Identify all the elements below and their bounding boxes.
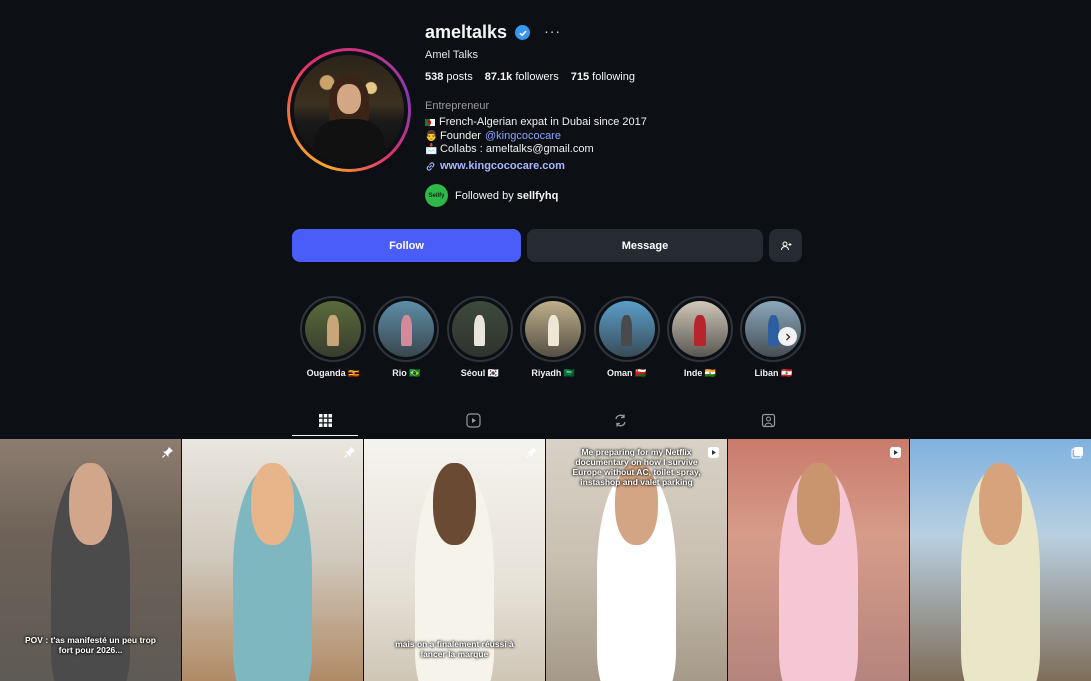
- post-tile[interactable]: mais on a finalement réussi à lancer la …: [364, 439, 545, 681]
- repost-icon: [614, 414, 626, 427]
- post-caption: mais on a finalement réussi à lancer la …: [395, 639, 514, 659]
- highlight-label: Séoul 🇰🇷: [460, 368, 499, 378]
- highlight-cover: [300, 296, 366, 362]
- bio-line: French-Algerian expat in Dubai since 201…: [425, 116, 647, 130]
- full-name: Amel Talks: [425, 49, 478, 61]
- profile-avatar[interactable]: [287, 48, 411, 172]
- follower-avatar: Sellfy: [425, 184, 448, 207]
- message-button[interactable]: Message: [527, 229, 763, 262]
- bio-line: 👨 Founder @kingcococare: [425, 129, 561, 144]
- post-caption: Me preparing for my Netflix documentary …: [572, 447, 701, 487]
- stat-followers[interactable]: 87.1k followers: [485, 71, 559, 83]
- carousel-icon: [1071, 446, 1084, 459]
- verified-badge-icon: [515, 25, 531, 40]
- highlight-item[interactable]: Inde 🇮🇳: [667, 296, 733, 379]
- tab-posts[interactable]: [292, 405, 358, 436]
- highlight-label: Rio 🇧🇷: [392, 368, 421, 378]
- follow-button[interactable]: Follow: [292, 229, 521, 262]
- profile-tabs: [292, 405, 802, 436]
- story-highlights: Ouganda 🇺🇬 Rio 🇧🇷 Séoul 🇰🇷 Riyadh 🇸🇦 Oman 🇴🇲…: [300, 296, 807, 386]
- stat-following[interactable]: 715 following: [571, 71, 635, 83]
- highlight-item[interactable]: Riyadh 🇸🇦: [520, 296, 587, 379]
- highlight-item[interactable]: Ouganda 🇺🇬: [300, 296, 366, 379]
- username: ameltalks: [425, 22, 508, 42]
- highlight-label: Inde 🇮🇳: [683, 368, 717, 378]
- stat-posts: 538 posts: [425, 71, 473, 83]
- website-link[interactable]: www.kingcococare.com: [425, 160, 565, 172]
- profile-stats: 538 posts 87.1k followers 715 following: [425, 71, 635, 83]
- more-options-icon[interactable]: ···: [544, 23, 561, 39]
- highlight-cover: [446, 296, 513, 362]
- post-caption: POV : t'as manifesté un peu trop fort po…: [25, 635, 156, 655]
- highlight-item[interactable]: Rio 🇧🇷: [373, 296, 440, 379]
- tagged-icon: [761, 413, 775, 428]
- profile-bio: French-Algerian expat in Dubai since 201…: [425, 116, 647, 157]
- post-tile[interactable]: [910, 439, 1091, 681]
- suggest-people-button[interactable]: [769, 229, 802, 262]
- link-icon: [426, 161, 435, 171]
- mention-link[interactable]: @kingcococare: [485, 130, 561, 144]
- flag-icon: [425, 119, 435, 127]
- highlight-item[interactable]: Séoul 🇰🇷: [446, 296, 513, 379]
- followed-by[interactable]: Sellfy Followed by sellfyhq: [425, 184, 558, 207]
- reels-icon: [465, 413, 481, 428]
- reel-icon: [889, 446, 902, 459]
- tab-reposts[interactable]: [587, 405, 653, 436]
- highlight-label: Ouganda 🇺🇬: [306, 368, 360, 378]
- tab-reels[interactable]: [440, 405, 506, 436]
- highlight-cover: [593, 296, 660, 362]
- pin-icon: [161, 446, 174, 459]
- profile-category: Entrepreneur: [425, 100, 490, 112]
- post-tile[interactable]: [182, 439, 363, 681]
- profile-photo: [294, 55, 404, 165]
- highlights-next-button[interactable]: [778, 327, 797, 346]
- tab-tagged[interactable]: [735, 405, 801, 436]
- bio-line: 📩 Collabs : ameltalks@gmail.com: [425, 143, 594, 156]
- highlight-label: Liban 🇱🇧: [754, 368, 793, 378]
- highlight-label: Oman 🇴🇲: [606, 368, 647, 378]
- highlight-cover: [520, 296, 587, 362]
- highlight-cover: [373, 296, 440, 362]
- highlight-cover: [740, 296, 807, 362]
- founder-emoji-icon: 👨: [425, 130, 438, 142]
- username-row: ameltalks ···: [425, 22, 561, 43]
- pin-icon: [343, 446, 356, 459]
- highlight-cover: [667, 296, 733, 362]
- highlight-item[interactable]: Oman 🇴🇲: [593, 296, 660, 379]
- post-tile[interactable]: [728, 439, 909, 681]
- pin-icon: [525, 446, 538, 459]
- add-user-icon: [780, 241, 791, 250]
- chevron-right-icon: [785, 333, 790, 340]
- mail-emoji-icon: 📩: [425, 144, 438, 156]
- post-tile[interactable]: Me preparing for my Netflix documentary …: [546, 439, 727, 681]
- post-tile[interactable]: POV : t'as manifesté un peu trop fort po…: [0, 439, 181, 681]
- posts-grid: POV : t'as manifesté un peu trop fort po…: [0, 439, 1091, 681]
- grid-icon: [318, 413, 332, 427]
- highlight-label: Riyadh 🇸🇦: [531, 368, 576, 378]
